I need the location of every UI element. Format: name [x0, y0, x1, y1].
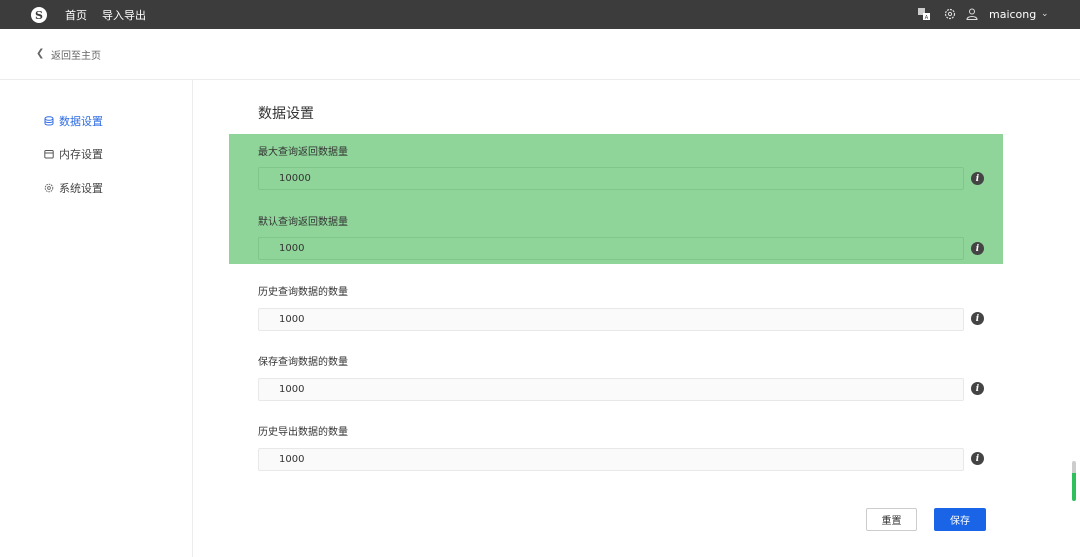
settings-icon[interactable]	[944, 8, 956, 20]
sidebar-item-data-settings[interactable]: 数据设置	[44, 113, 103, 129]
field-label-history-export: 历史导出数据的数量	[258, 427, 348, 438]
save-button[interactable]: 保存	[934, 508, 986, 531]
default-query-input[interactable]: 1000	[258, 237, 964, 260]
chevron-left-icon[interactable]: ❮	[36, 48, 44, 59]
field-label-default-query: 默认查询返回数据量	[258, 217, 348, 228]
scrollbar[interactable]	[1072, 461, 1076, 501]
field-label-max-query: 最大查询返回数据量	[258, 147, 348, 158]
translate-icon[interactable]: A	[918, 8, 930, 20]
history-export-input[interactable]: 1000	[258, 448, 964, 471]
history-query-input[interactable]: 1000	[258, 308, 964, 331]
info-icon[interactable]: i	[971, 172, 984, 185]
info-icon[interactable]: i	[971, 452, 984, 465]
nav-import-export[interactable]: 导入导出	[102, 7, 146, 23]
top-bar: S 首页 导入导出 A maicong ⌄	[0, 0, 1080, 29]
username[interactable]: maicong	[989, 8, 1036, 21]
memory-icon	[44, 150, 54, 159]
app-logo[interactable]: S	[31, 7, 47, 23]
gear-icon	[44, 183, 54, 193]
info-icon[interactable]: i	[971, 382, 984, 395]
nav-home[interactable]: 首页	[65, 7, 87, 23]
database-icon	[44, 116, 54, 126]
saved-query-input[interactable]: 1000	[258, 378, 964, 401]
field-label-saved-query: 保存查询数据的数量	[258, 357, 348, 368]
field-label-history-query: 历史查询数据的数量	[258, 287, 348, 298]
info-icon[interactable]: i	[971, 242, 984, 255]
chevron-down-icon[interactable]: ⌄	[1041, 8, 1049, 21]
sidebar-item-system-settings[interactable]: 系统设置	[44, 180, 103, 196]
back-row	[0, 29, 1080, 80]
sidebar-item-label: 系统设置	[59, 182, 103, 195]
back-to-home-link[interactable]: 返回至主页	[51, 47, 101, 62]
reset-button[interactable]: 重置	[866, 508, 917, 531]
sidebar-item-label: 内存设置	[59, 148, 103, 161]
sidebar-item-memory-settings[interactable]: 内存设置	[44, 146, 103, 162]
page-title: 数据设置	[258, 106, 314, 122]
max-query-input[interactable]: 10000	[258, 167, 964, 190]
sidebar-item-label: 数据设置	[59, 115, 103, 128]
info-icon[interactable]: i	[971, 312, 984, 325]
user-icon[interactable]	[966, 8, 978, 20]
svg-text:A: A	[925, 15, 929, 20]
